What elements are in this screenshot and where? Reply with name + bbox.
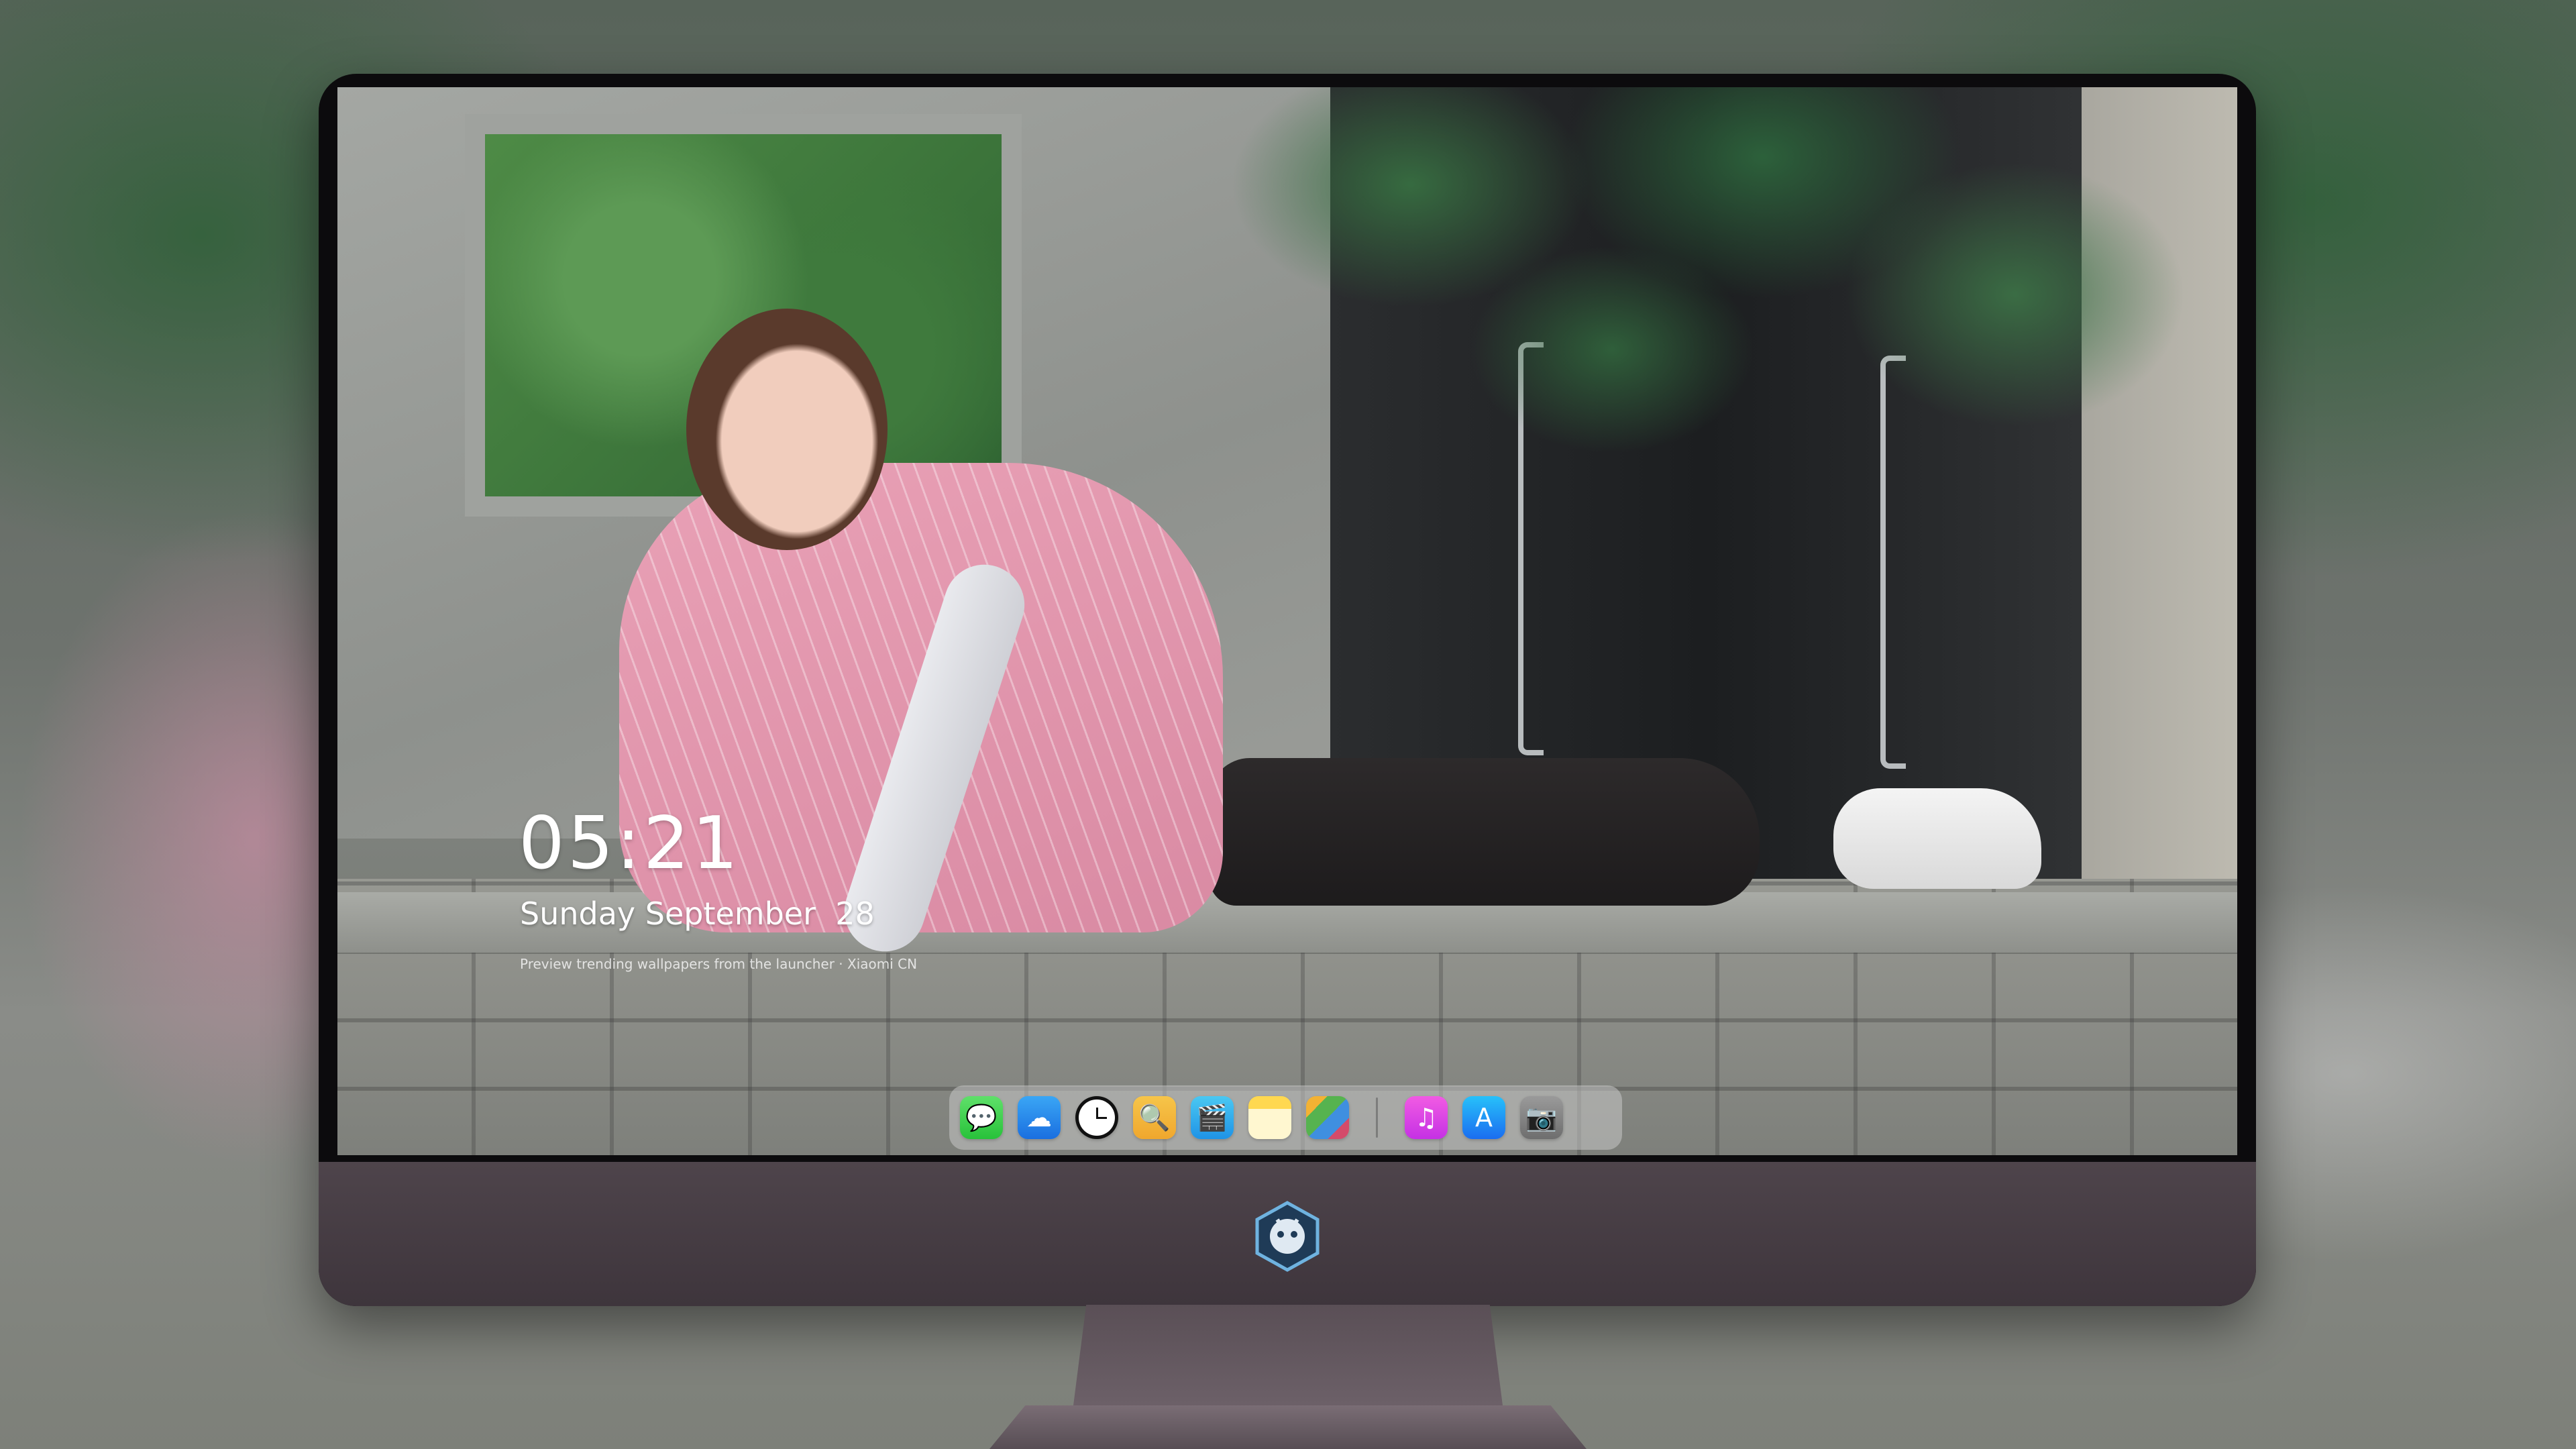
monitor-stand-neck [1073, 1305, 1503, 1405]
camera-icon[interactable]: 📷 [1520, 1096, 1563, 1139]
clock-icon[interactable] [1075, 1096, 1118, 1139]
messages-glyph: 💬 [965, 1102, 998, 1132]
desktop-screen[interactable]: 05:21 Sunday September 28 Preview trendi… [337, 87, 2237, 1155]
music-glyph: ♫ [1414, 1103, 1438, 1132]
clock-face [1079, 1099, 1115, 1136]
brand-logo-icon [1255, 1201, 1320, 1272]
wallpaper-figure-shoe [1833, 788, 2041, 889]
wallpaper-foliage [1210, 87, 2216, 597]
music-icon[interactable]: ♫ [1405, 1096, 1448, 1139]
wallpaper-preview-note[interactable]: Preview trending wallpapers from the lau… [520, 956, 917, 972]
clips-glyph: 🎬 [1196, 1102, 1228, 1132]
app-store-glyph: A [1475, 1103, 1493, 1132]
monitor-frame: 05:21 Sunday September 28 Preview trendi… [319, 74, 2256, 1306]
weather-glyph: ☁ [1026, 1103, 1052, 1132]
photo-booth-icon[interactable] [1306, 1096, 1349, 1139]
app-store-icon[interactable]: A [1462, 1096, 1505, 1139]
preview-glyph: 🔍 [1138, 1102, 1171, 1132]
lock-screen-time: 05:21 [519, 802, 741, 885]
lock-screen-date: Sunday September 28 [520, 896, 875, 932]
clips-icon[interactable]: 🎬 [1191, 1096, 1234, 1139]
dock: 💬 ☁ 🔍 🎬 ♫ A 📷 [949, 1085, 1622, 1150]
weather-icon[interactable]: ☁ [1018, 1096, 1061, 1139]
camera-glyph: 📷 [1525, 1102, 1558, 1132]
wallpaper-figure-head [686, 309, 888, 550]
monitor-stand-base [989, 1405, 1587, 1449]
preview-icon[interactable]: 🔍 [1133, 1096, 1176, 1139]
notes-icon[interactable] [1248, 1096, 1291, 1139]
dock-separator [1376, 1097, 1378, 1138]
messages-icon[interactable]: 💬 [960, 1096, 1003, 1139]
wallpaper-figure-pants [1210, 758, 1760, 906]
